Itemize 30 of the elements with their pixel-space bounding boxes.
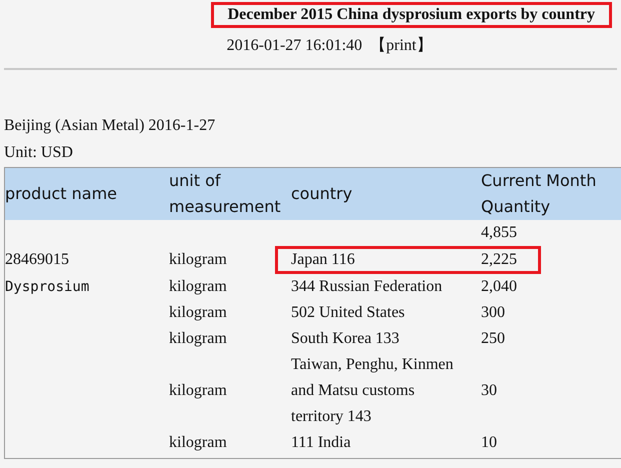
- timestamp: 2016-01-27 16:01:40: [226, 36, 362, 56]
- page-title: December 2015 China dysprosium exports by country: [210, 2, 612, 28]
- table-cell-text: kilogram: [169, 277, 227, 297]
- byline: Beijing (Asian Metal) 2016-1-27: [4, 116, 216, 136]
- table-cell-text: 111 India: [291, 433, 351, 453]
- table-cell-text: 250: [481, 329, 505, 349]
- table-cell-text: Dysprosium: [5, 278, 90, 297]
- unit-label: Unit: USD: [4, 143, 74, 163]
- table-cell-text: 2,225: [481, 250, 517, 270]
- table-cell-text: kilogram: [169, 329, 227, 349]
- table-cell-text: kilogram: [169, 250, 227, 270]
- table-cell-text: 28469015: [5, 250, 69, 270]
- table-cell-text: 4,855: [481, 223, 517, 243]
- table-cell-text: 344 Russian Federation: [291, 277, 442, 297]
- column-header: unit of measurement: [169, 170, 282, 218]
- table-cell-text: 30: [481, 381, 497, 401]
- table-cell-text: kilogram: [169, 303, 227, 323]
- table-cell-text: Japan 116: [291, 250, 355, 270]
- table-cell-text: 300: [481, 303, 505, 323]
- column-header: Current Month Quantity: [481, 170, 598, 218]
- table-cell-text: kilogram: [169, 381, 227, 401]
- table-cell-text: 10: [481, 433, 497, 453]
- table-cell-text: kilogram: [169, 433, 227, 453]
- column-header: product name: [5, 183, 117, 205]
- table-cell-text: 502 United States: [291, 303, 405, 323]
- table-cell-text: 2,040: [481, 277, 517, 297]
- table-cell-text: South Korea 133: [291, 329, 400, 349]
- print-link[interactable]: 【print】: [370, 34, 432, 58]
- column-header: country: [291, 183, 352, 205]
- table-cell-text: Taiwan, Penghu, Kinmen and Matsu customs territory 143: [291, 355, 454, 427]
